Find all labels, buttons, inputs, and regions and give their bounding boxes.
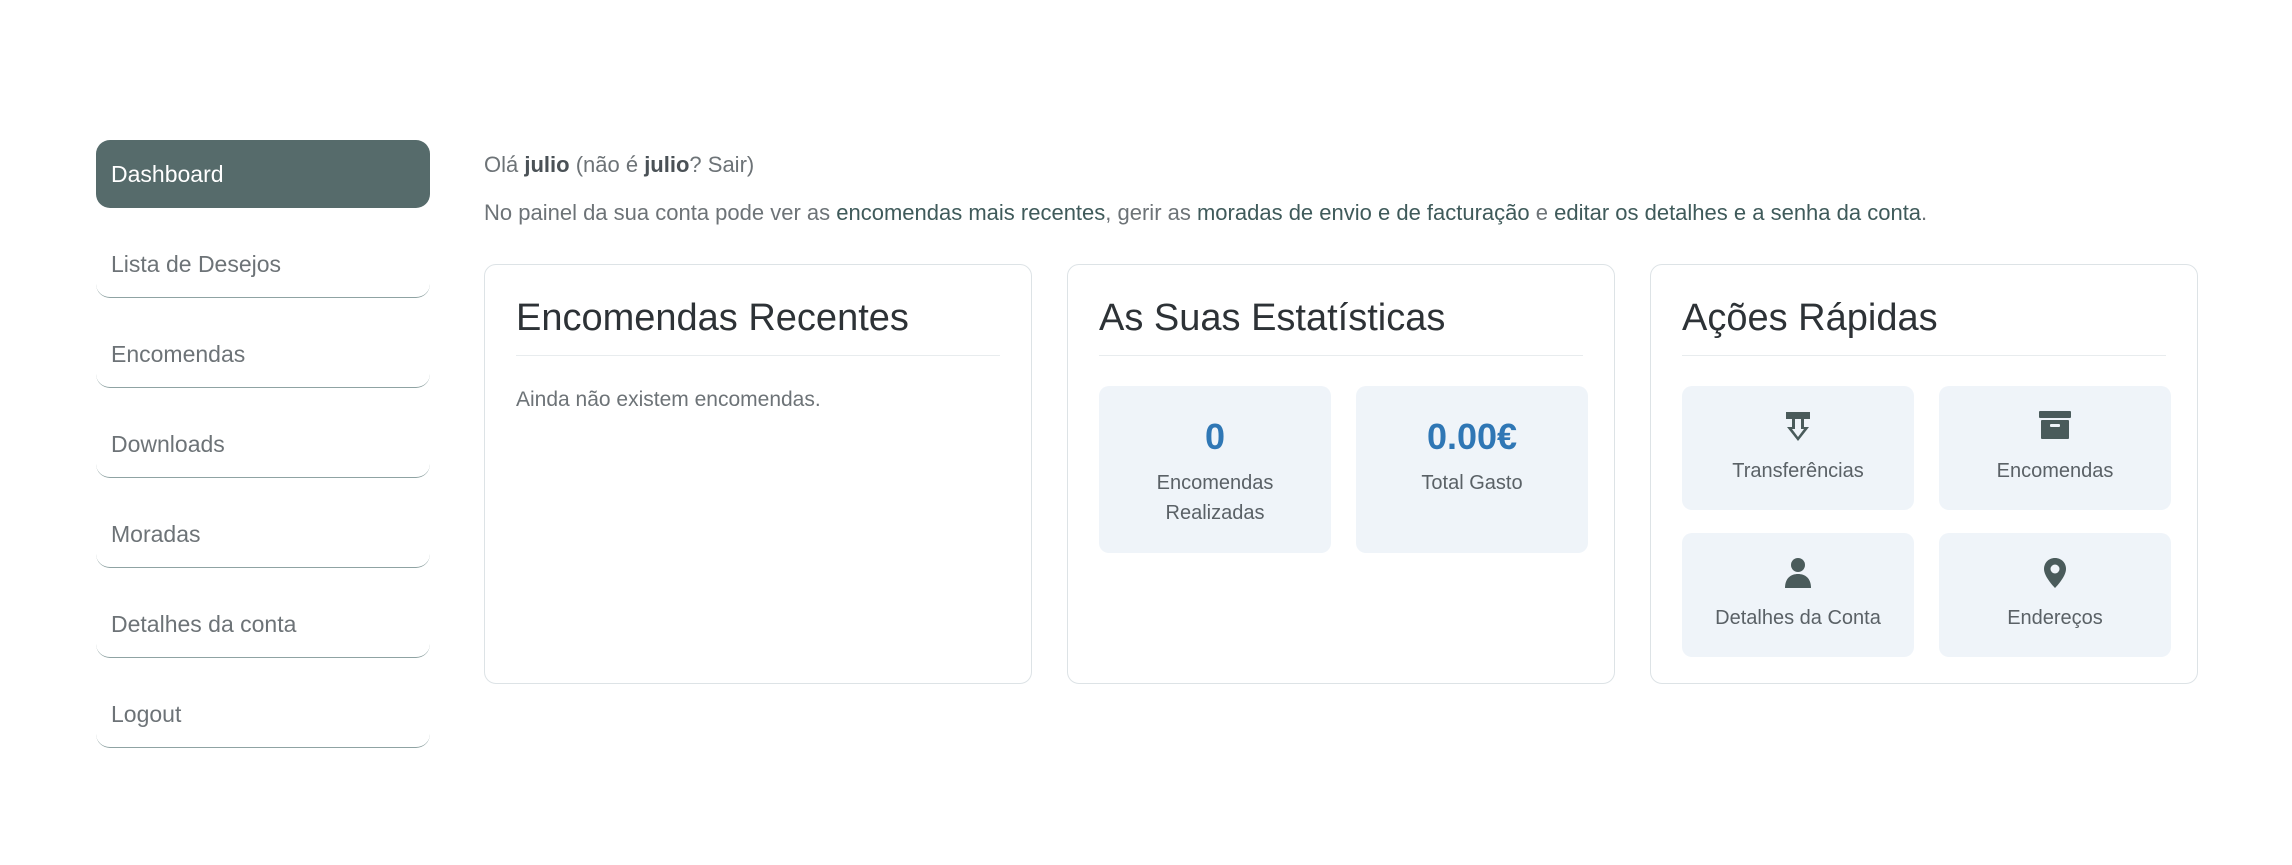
quick-action-orders[interactable]: Encomendas (1939, 386, 2171, 510)
dashboard-main: Olá julio (não é julio? Sair) No painel … (484, 150, 2198, 684)
sidebar-item-logout[interactable]: Logout (96, 680, 430, 748)
stats-card: As Suas Estatísticas 0 Encomendas Realiz… (1067, 264, 1615, 684)
intro-text-2: , gerir as (1105, 200, 1197, 225)
no-orders-message: Ainda não existem encomendas. (516, 388, 821, 411)
quick-action-orders-label: Encomendas (1996, 460, 2114, 482)
greeting-username-2: julio (644, 152, 690, 177)
download-icon (1682, 410, 1914, 444)
quick-actions-title: Ações Rápidas (1682, 297, 1938, 339)
intro-text-1: No painel da sua conta pode ver as (484, 200, 837, 225)
stats-title: As Suas Estatísticas (1099, 297, 1446, 339)
recent-orders-link[interactable]: encomendas mais recentes (836, 200, 1105, 225)
sidebar-item-downloads[interactable]: Downloads (96, 410, 430, 478)
sidebar-item-dashboard[interactable]: Dashboard (96, 140, 430, 208)
intro-text: No painel da sua conta pode ver as encom… (484, 198, 2198, 228)
sidebar-item-orders[interactable]: Encomendas (96, 320, 430, 388)
greeting-suffix: ) (746, 152, 755, 177)
sidebar-item-wishlist[interactable]: Lista de Desejos (96, 230, 430, 298)
recent-orders-card: Encomendas Recentes Ainda não existem en… (484, 264, 1032, 684)
recent-orders-title: Encomendas Recentes (516, 297, 909, 339)
quick-action-addresses-label: Endereços (2007, 607, 2103, 629)
stat-orders: 0 Encomendas Realizadas (1099, 386, 1331, 553)
quick-action-downloads-label: Transferências (1732, 460, 1864, 482)
greeting-prefix: Olá (484, 152, 525, 177)
sidebar-item-account-details[interactable]: Detalhes da conta (96, 590, 430, 658)
addresses-link[interactable]: moradas de envio e de facturação (1197, 200, 1530, 225)
stat-total-spent-value: 0.00€ (1426, 416, 1518, 457)
greeting-username: julio (524, 152, 570, 177)
logout-link[interactable]: Sair (708, 152, 747, 177)
stat-orders-label: Encomendas Realizadas (1156, 472, 1274, 524)
stat-total-spent-label: Total Gasto (1421, 472, 1523, 494)
intro-text-4: . (1921, 200, 1928, 225)
account-details-link[interactable]: editar os detalhes e a senha da conta (1554, 200, 1921, 225)
stat-orders-value: 0 (1204, 416, 1226, 457)
quick-action-account-details-label: Detalhes da Conta (1715, 607, 1881, 629)
quick-action-downloads[interactable]: Transferências (1682, 386, 1914, 510)
intro-text-3: e (1529, 200, 1555, 225)
greeting-middle: (não é (569, 152, 645, 177)
stat-total-spent: 0.00€ Total Gasto (1356, 386, 1588, 553)
map-pin-icon (1939, 557, 2171, 591)
greeting-text: Olá julio (não é julio? Sair) (484, 150, 2198, 180)
user-icon (1682, 557, 1914, 591)
greeting-question: ? (689, 152, 708, 177)
account-sidebar: Dashboard Lista de Desejos Encomendas Do… (96, 140, 430, 770)
sidebar-item-addresses[interactable]: Moradas (96, 500, 430, 568)
archive-box-icon (1939, 410, 2171, 444)
quick-actions-card: Ações Rápidas Transferências Encomendas … (1650, 264, 2198, 684)
quick-action-addresses[interactable]: Endereços (1939, 533, 2171, 657)
quick-action-account-details[interactable]: Detalhes da Conta (1682, 533, 1914, 657)
